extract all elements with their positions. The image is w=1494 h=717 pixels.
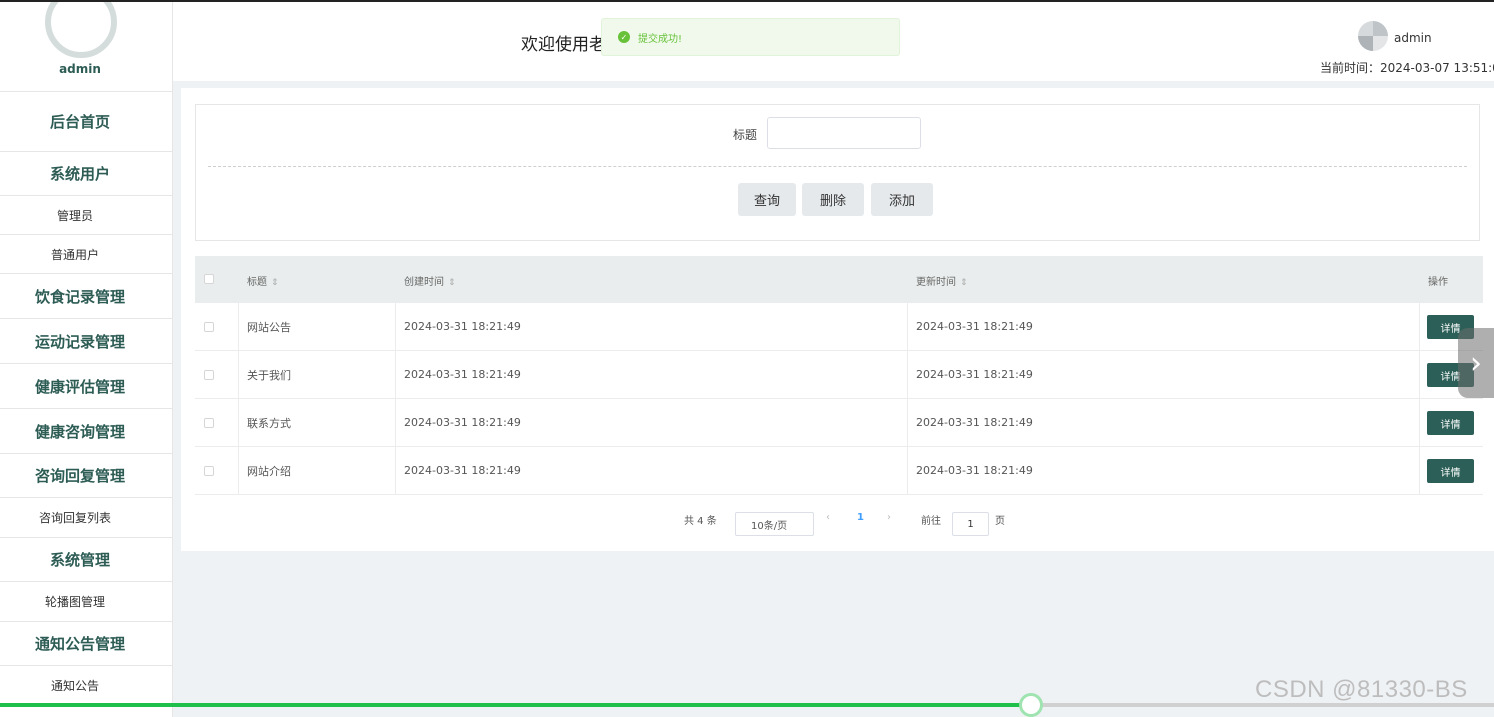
- goto-label: 前往: [921, 516, 941, 527]
- prev-page-icon[interactable]: ‹: [826, 512, 830, 523]
- sidebar-item-diet[interactable]: 饮食记录管理: [0, 273, 172, 318]
- table-row: 联系方式 2024-03-31 18:21:49 2024-03-31 18:2…: [195, 399, 1483, 447]
- column-divider: [1419, 447, 1420, 494]
- main-content: 标题 查询 删除 添加 标题 ⇕ 创建时间 ⇕ 更新时间 ⇕ 操作 网站公告 2…: [173, 88, 1494, 717]
- dashed-divider: [208, 166, 1467, 167]
- column-divider: [238, 351, 239, 398]
- sidebar-avatar: [45, 2, 117, 58]
- query-button[interactable]: 查询: [738, 183, 796, 216]
- column-divider: [395, 399, 396, 446]
- sidebar-item-consult[interactable]: 健康咨询管理: [0, 408, 172, 453]
- add-button[interactable]: 添加: [871, 183, 933, 216]
- cell-updated: 2024-03-31 18:21:49: [916, 368, 1033, 381]
- table-row: 网站公告 2024-03-31 18:21:49 2024-03-31 18:2…: [195, 303, 1483, 351]
- sidebar-item-notice[interactable]: 通知公告: [0, 665, 172, 705]
- column-header-actions: 操作: [1428, 277, 1448, 288]
- cell-created: 2024-03-31 18:21:49: [404, 320, 521, 333]
- cell-created: 2024-03-31 18:21:49: [404, 416, 521, 429]
- cell-title: 联系方式: [247, 416, 291, 430]
- sidebar-username: admin: [59, 62, 101, 76]
- sidebar-item-carousel[interactable]: 轮播图管理: [0, 581, 172, 621]
- column-divider: [238, 399, 239, 446]
- sidebar-item-users[interactable]: 普通用户: [0, 234, 172, 273]
- sidebar-menu: 后台首页 系统用户 管理员 普通用户 饮食记录管理 运动记录管理 健康评估管理 …: [0, 91, 172, 705]
- cell-updated: 2024-03-31 18:21:49: [916, 416, 1033, 429]
- column-divider: [907, 303, 908, 350]
- current-time: 当前时间：2024-03-07 13:51:04: [1320, 61, 1494, 75]
- row-checkbox[interactable]: [204, 369, 214, 380]
- sort-icon[interactable]: ⇕: [448, 278, 456, 288]
- column-header-updated[interactable]: 更新时间 ⇕: [916, 273, 968, 288]
- row-checkbox[interactable]: [204, 465, 214, 476]
- pagination-total: 共 4 条: [684, 516, 717, 527]
- column-divider: [1419, 303, 1420, 350]
- sort-icon[interactable]: ⇕: [960, 278, 968, 288]
- sidebar-item-system[interactable]: 系统管理: [0, 537, 172, 581]
- sidebar: admin 后台首页 系统用户 管理员 普通用户 饮食记录管理 运动记录管理 健…: [0, 2, 173, 717]
- column-header-title[interactable]: 标题 ⇕: [247, 273, 279, 288]
- column-divider: [238, 447, 239, 494]
- cell-created: 2024-03-31 18:21:49: [404, 368, 521, 381]
- cell-updated: 2024-03-31 18:21:49: [916, 464, 1033, 477]
- column-divider: [238, 303, 239, 350]
- sidebar-item-reply-list[interactable]: 咨询回复列表: [0, 497, 172, 537]
- page-number[interactable]: 1: [857, 512, 864, 523]
- page-size-value: 10条/页: [751, 520, 788, 532]
- column-divider: [907, 399, 908, 446]
- column-divider: [395, 303, 396, 350]
- table-row: 关于我们 2024-03-31 18:21:49 2024-03-31 18:2…: [195, 351, 1483, 399]
- title-search-input[interactable]: [767, 117, 921, 149]
- sidebar-item-system-users[interactable]: 系统用户: [0, 151, 172, 195]
- column-divider: [907, 447, 908, 494]
- row-checkbox[interactable]: [204, 321, 214, 332]
- success-toast: ✓ 提交成功!: [601, 18, 900, 56]
- cell-title: 网站公告: [247, 320, 291, 334]
- header-username[interactable]: admin: [1394, 31, 1432, 45]
- column-divider: [1419, 399, 1420, 446]
- column-divider: [395, 447, 396, 494]
- cell-created: 2024-03-31 18:21:49: [404, 464, 521, 477]
- table-header: 标题 ⇕ 创建时间 ⇕ 更新时间 ⇕ 操作: [195, 256, 1483, 303]
- sidebar-item-exercise[interactable]: 运动记录管理: [0, 318, 172, 363]
- notice-table: 标题 ⇕ 创建时间 ⇕ 更新时间 ⇕ 操作 网站公告 2024-03-31 18:21…: [195, 256, 1483, 495]
- sidebar-item-admins[interactable]: 管理员: [0, 195, 172, 234]
- delete-button[interactable]: 删除: [802, 183, 864, 216]
- toast-message: 提交成功!: [638, 33, 683, 45]
- detail-button[interactable]: 详情: [1427, 411, 1474, 435]
- video-progress-handle[interactable]: [1018, 693, 1043, 717]
- user-avatar[interactable]: [1358, 21, 1388, 51]
- next-page-icon[interactable]: ›: [887, 512, 891, 523]
- search-panel: 标题 查询 删除 添加: [195, 104, 1480, 241]
- video-progress-fill: [0, 703, 1031, 707]
- check-circle-icon: ✓: [618, 31, 630, 43]
- sort-icon[interactable]: ⇕: [271, 278, 279, 288]
- sidebar-item-assessment[interactable]: 健康评估管理: [0, 363, 172, 408]
- chevron-right-icon[interactable]: ›: [1458, 328, 1494, 398]
- content-card: 标题 查询 删除 添加 标题 ⇕ 创建时间 ⇕ 更新时间 ⇕ 操作 网站公告 2…: [181, 88, 1494, 551]
- sidebar-item-home[interactable]: 后台首页: [0, 91, 172, 151]
- column-divider: [395, 351, 396, 398]
- column-divider: [907, 351, 908, 398]
- row-checkbox[interactable]: [204, 417, 214, 428]
- sidebar-item-reply[interactable]: 咨询回复管理: [0, 453, 172, 497]
- header-divider: [173, 81, 1494, 88]
- title-field-label: 标题: [733, 128, 758, 142]
- page-suffix: 页: [995, 516, 1005, 527]
- column-divider: [1419, 351, 1420, 398]
- cell-title: 网站介绍: [247, 464, 291, 478]
- page-size-select[interactable]: 10条/页: [735, 512, 814, 536]
- watermark: CSDN @81330-BS: [1255, 676, 1468, 703]
- cell-title: 关于我们: [247, 368, 291, 382]
- select-all-checkbox[interactable]: [204, 274, 214, 284]
- sidebar-item-notice-mgmt[interactable]: 通知公告管理: [0, 621, 172, 665]
- cell-updated: 2024-03-31 18:21:49: [916, 320, 1033, 333]
- column-header-created[interactable]: 创建时间 ⇕: [404, 273, 456, 288]
- detail-button[interactable]: 详情: [1427, 459, 1474, 483]
- goto-page-input[interactable]: 1: [952, 512, 989, 536]
- table-row: 网站介绍 2024-03-31 18:21:49 2024-03-31 18:2…: [195, 447, 1483, 495]
- welcome-title: 欢迎使用老: [521, 35, 606, 55]
